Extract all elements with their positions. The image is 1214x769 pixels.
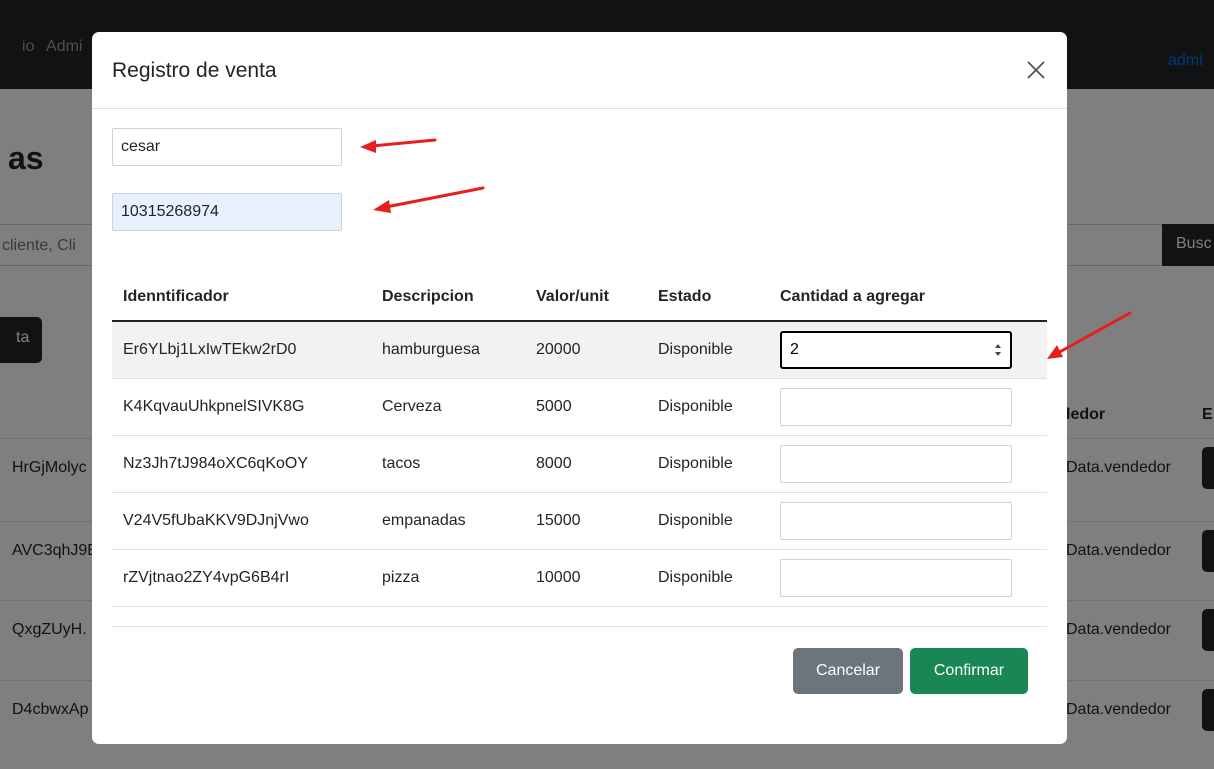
cell-quantity <box>769 492 1047 550</box>
close-button[interactable] <box>1024 58 1048 82</box>
header-description: Descripcion <box>371 273 525 322</box>
table-row: Er6YLbj1LxIwTEkw2rD0 hamburguesa 20000 D… <box>112 321 1047 379</box>
cell-description: empanadas <box>371 492 525 550</box>
cell-identifier: V24V5fUbaKKV9DJnjVwo <box>112 492 371 550</box>
table-row: V24V5fUbaKKV9DJnjVwo empanadas 15000 Dis… <box>112 492 1047 550</box>
customer-document-input[interactable] <box>112 193 342 231</box>
cell-identifier: rZVjtnao2ZY4vpG6B4rI <box>112 549 371 607</box>
quantity-input[interactable] <box>780 501 1012 540</box>
cell-description: pizza <box>371 549 525 607</box>
table-bottom-divider <box>112 626 1047 627</box>
cell-status: Disponible <box>647 435 769 493</box>
header-quantity: Cantidad a agregar <box>769 273 1047 322</box>
cell-description: Cerveza <box>371 378 525 436</box>
quantity-input[interactable] <box>780 444 1012 483</box>
header-status: Estado <box>647 273 769 322</box>
table-header-row: Idenntificador Descripcion Valor/unit Es… <box>112 273 1047 322</box>
quantity-input[interactable] <box>780 558 1012 597</box>
quantity-input[interactable] <box>780 330 1012 369</box>
header-unit-value: Valor/unit <box>525 273 647 322</box>
modal-title: Registro de venta <box>112 59 277 82</box>
quantity-input[interactable] <box>780 387 1012 426</box>
cell-identifier: K4KqvauUhkpnelSIVK8G <box>112 378 371 436</box>
cell-description: hamburguesa <box>371 321 525 379</box>
cell-unit-value: 20000 <box>525 321 647 379</box>
table-row: rZVjtnao2ZY4vpG6B4rI pizza 10000 Disponi… <box>112 549 1047 607</box>
cell-quantity <box>769 378 1047 436</box>
confirm-button[interactable]: Confirmar <box>910 648 1028 694</box>
cell-unit-value: 5000 <box>525 378 647 436</box>
cell-status: Disponible <box>647 549 769 607</box>
cell-unit-value: 15000 <box>525 492 647 550</box>
cell-status: Disponible <box>647 321 769 379</box>
cell-quantity <box>769 321 1047 379</box>
cell-status: Disponible <box>647 492 769 550</box>
products-table: Idenntificador Descripcion Valor/unit Es… <box>112 273 1047 607</box>
sale-registration-modal: Registro de venta Idenntificador Descrip… <box>92 32 1067 744</box>
cell-quantity <box>769 549 1047 607</box>
modal-header: Registro de venta <box>92 32 1067 109</box>
cell-identifier: Er6YLbj1LxIwTEkw2rD0 <box>112 321 371 379</box>
quantity-stepper <box>780 330 1012 369</box>
cell-identifier: Nz3Jh7tJ984oXC6qKoOY <box>112 435 371 493</box>
spinner-arrows-icon[interactable] <box>992 340 1004 360</box>
close-icon <box>1027 61 1045 79</box>
cell-unit-value: 8000 <box>525 435 647 493</box>
table-row: Nz3Jh7tJ984oXC6qKoOY tacos 8000 Disponib… <box>112 435 1047 493</box>
header-identifier: Idenntificador <box>112 273 371 322</box>
cell-status: Disponible <box>647 378 769 436</box>
customer-name-input[interactable] <box>112 128 342 166</box>
table-row: K4KqvauUhkpnelSIVK8G Cerveza 5000 Dispon… <box>112 378 1047 436</box>
cell-description: tacos <box>371 435 525 493</box>
cancel-button[interactable]: Cancelar <box>793 648 903 694</box>
cell-quantity <box>769 435 1047 493</box>
cell-unit-value: 10000 <box>525 549 647 607</box>
